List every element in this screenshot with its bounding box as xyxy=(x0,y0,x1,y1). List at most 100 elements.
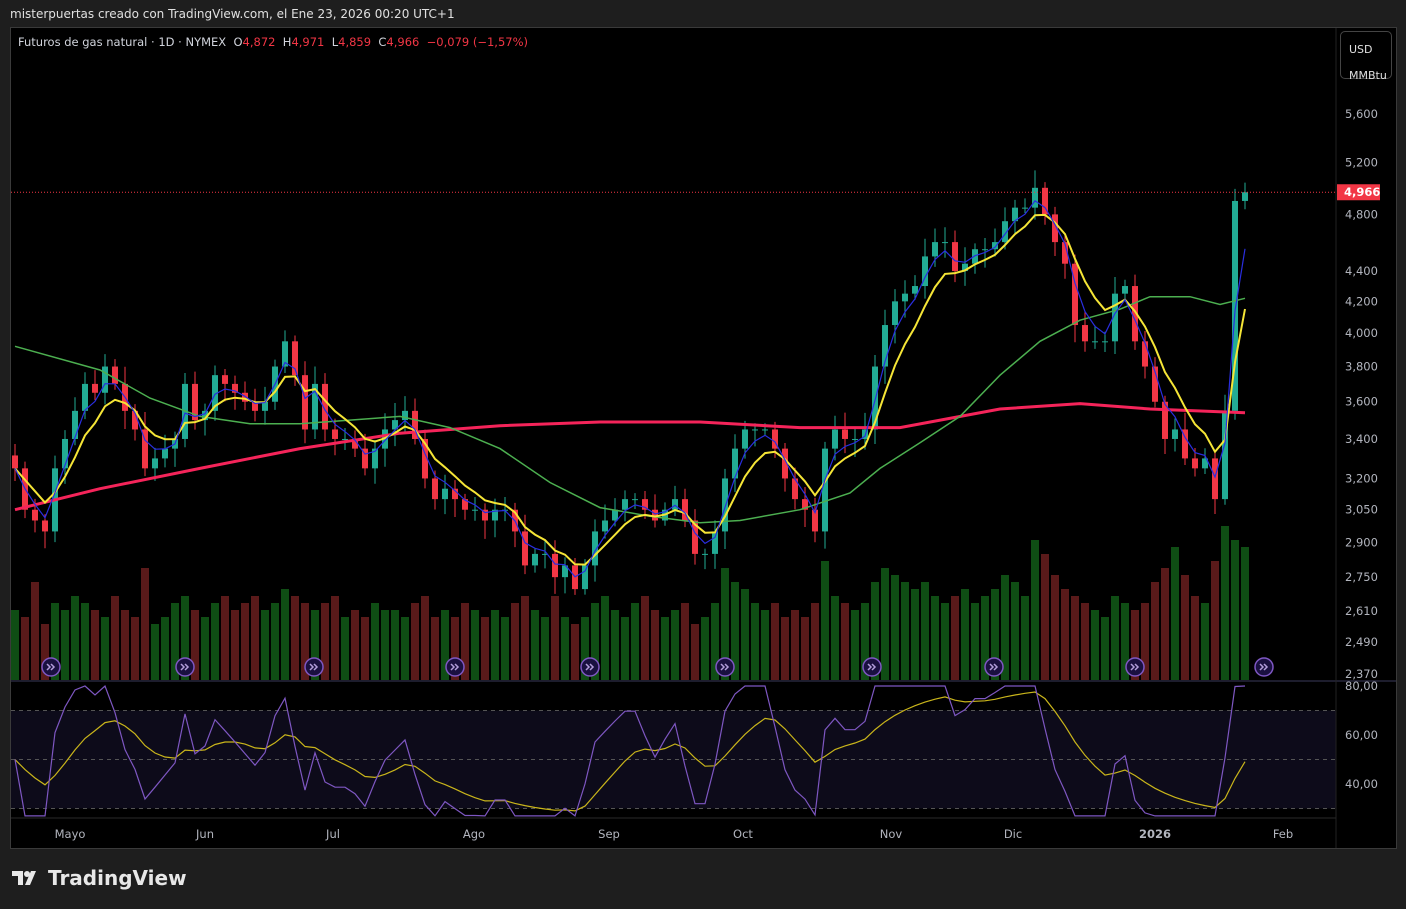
volume-bar xyxy=(881,568,889,680)
candle-body xyxy=(702,553,708,555)
volume-bar xyxy=(951,596,959,680)
event-marker-icon[interactable] xyxy=(715,657,735,677)
volume-bar xyxy=(1241,547,1249,680)
event-marker-icon[interactable] xyxy=(984,657,1004,677)
volume-bar xyxy=(701,617,709,680)
candle-body xyxy=(472,509,478,511)
volume-bar xyxy=(791,610,799,680)
volume-bar xyxy=(241,603,249,680)
candle-body xyxy=(332,429,338,439)
volume-bar xyxy=(1181,575,1189,680)
volume-bar xyxy=(81,603,89,680)
price-tick-label: 2,610 xyxy=(1345,604,1378,618)
candle-body xyxy=(762,429,768,431)
candle-body xyxy=(912,286,918,294)
candle-body xyxy=(152,458,158,469)
time-axis-label: Ago xyxy=(463,827,485,841)
volume-bar xyxy=(921,582,929,680)
open-value: 4,872 xyxy=(242,35,276,49)
candle-body xyxy=(112,366,118,384)
event-marker-icon[interactable] xyxy=(175,657,195,677)
event-marker-icon[interactable] xyxy=(580,657,600,677)
volume-bar xyxy=(381,610,389,680)
volume-bar xyxy=(11,610,19,680)
volume-bar xyxy=(111,596,119,680)
candle-body xyxy=(932,242,938,257)
volume-bar xyxy=(421,596,429,680)
volume-bar xyxy=(221,596,229,680)
volume-bar xyxy=(961,589,969,680)
volume-bar xyxy=(851,610,859,680)
price-tick-label: 5,200 xyxy=(1345,155,1378,169)
volume-bar xyxy=(681,603,689,680)
chart-canvas[interactable]: 4,966 5,600 5,200 4,800 4,400 4,200 4,000 3,800… xyxy=(0,0,1406,909)
candle-body xyxy=(712,531,718,554)
volume-bar xyxy=(661,617,669,680)
candle-body xyxy=(742,429,748,449)
volume-bar xyxy=(31,582,39,680)
rsi-tick-label: 60,00 xyxy=(1345,728,1378,742)
volume-bar xyxy=(471,610,479,680)
volume-bar xyxy=(251,596,259,680)
volume-bar xyxy=(331,596,339,680)
last-price-label: 4,966 xyxy=(1344,185,1380,199)
time-axis-label: Feb xyxy=(1273,827,1293,841)
candle-body xyxy=(222,375,228,384)
tradingview-logo[interactable]: TradingView xyxy=(12,866,187,890)
candle-body xyxy=(1102,341,1108,343)
volume-bar xyxy=(971,603,979,680)
candle-body xyxy=(532,553,538,566)
volume-bar xyxy=(1171,547,1179,680)
event-marker-icon[interactable] xyxy=(304,657,324,677)
volume-bar xyxy=(61,610,69,680)
candle-body xyxy=(522,531,528,566)
event-marker-icon[interactable] xyxy=(41,657,61,677)
candle-body xyxy=(342,438,348,440)
change-value: −0,079 (−1,57%) xyxy=(426,35,529,49)
price-tick-label: 4,800 xyxy=(1345,207,1378,221)
price-tick-label: 4,200 xyxy=(1345,294,1378,308)
symbol-title[interactable]: Futuros de gas natural · 1D · NYMEX xyxy=(18,35,226,49)
price-tick-label: 2,750 xyxy=(1345,570,1378,584)
rsi-tick-label: 80,00 xyxy=(1345,679,1378,693)
candle-body xyxy=(432,478,438,500)
candle-body xyxy=(982,249,988,251)
low-value: 4,859 xyxy=(338,35,372,49)
volume-bar xyxy=(771,603,779,680)
volume-bar xyxy=(361,617,369,680)
main-pane xyxy=(11,170,1249,680)
event-marker-icon[interactable] xyxy=(445,657,465,677)
candle-body xyxy=(752,429,758,431)
high-value: 4,971 xyxy=(291,35,325,49)
volume-bar xyxy=(931,596,939,680)
currency-label: USD xyxy=(1349,43,1373,56)
volume-bar xyxy=(901,582,909,680)
candle-body xyxy=(102,366,108,393)
volume-bar xyxy=(531,610,539,680)
volume-bar xyxy=(201,617,209,680)
candle-body xyxy=(632,499,638,501)
volume-bar xyxy=(341,617,349,680)
event-marker-icon[interactable] xyxy=(1254,657,1274,677)
volume-bar xyxy=(501,617,509,680)
time-axis-label: Jul xyxy=(325,827,340,841)
event-marker-icon[interactable] xyxy=(1125,657,1145,677)
volume-bar xyxy=(621,617,629,680)
currency-unit-button[interactable]: USD MMBtu xyxy=(1340,31,1392,82)
candle-body xyxy=(892,301,898,326)
volume-bar xyxy=(1061,589,1069,680)
candle-body xyxy=(1192,458,1198,469)
symbol-legend: Futuros de gas natural · 1D · NYMEX O4,8… xyxy=(18,35,528,49)
ma-200-line xyxy=(14,402,1246,512)
candle-body xyxy=(1172,429,1178,439)
volume-bar xyxy=(271,603,279,680)
volume-bar xyxy=(801,617,809,680)
candle-body xyxy=(1082,325,1088,342)
candle-body xyxy=(822,448,828,532)
volume-bar xyxy=(1091,610,1099,680)
volume-bar xyxy=(71,596,79,680)
time-axis-label: Mayo xyxy=(55,827,86,841)
event-marker-icon[interactable] xyxy=(862,657,882,677)
volume-bar xyxy=(1011,582,1019,680)
volume-bar xyxy=(491,610,499,680)
